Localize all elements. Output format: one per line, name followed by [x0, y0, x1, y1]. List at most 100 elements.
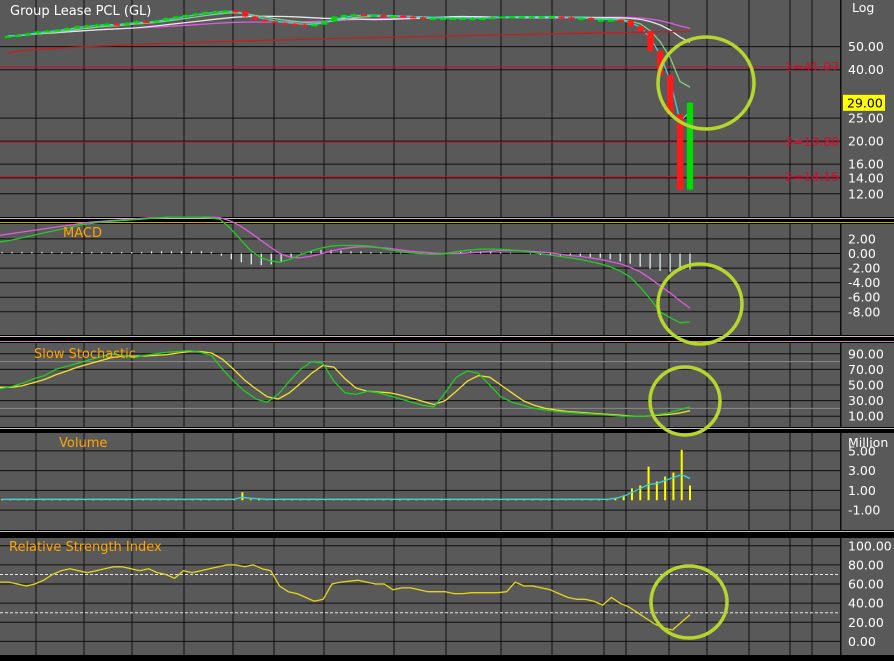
price-candle — [370, 14, 377, 17]
price-candle — [153, 20, 160, 23]
panel-backgrounds — [0, 0, 894, 655]
price-candle — [251, 16, 259, 20]
price-candle — [548, 16, 555, 19]
price-y-tick-label: 16.00 — [848, 157, 884, 172]
price-candle — [597, 19, 605, 22]
price-candle — [172, 16, 180, 19]
price-level-label: 3=19.80 — [785, 134, 839, 149]
price-candle — [54, 29, 61, 32]
stochastic-y-tick-label: 10.00 — [848, 409, 884, 424]
rsi-y-tick-label: 0.00 — [848, 634, 876, 649]
price-candle — [123, 22, 130, 25]
price-candle — [667, 74, 674, 115]
price-candle — [232, 10, 239, 13]
price-candle — [162, 18, 170, 21]
price-y-tick-label: 12.00 — [848, 186, 884, 201]
price-candle — [4, 35, 12, 38]
price-candle — [528, 16, 536, 19]
stock-chart: 1=41.07 3=19.80 2=14.15 12.0014.0016.00 20.… — [0, 0, 894, 655]
price-candle — [360, 14, 367, 17]
price-candle — [182, 14, 190, 17]
price-candle — [64, 27, 71, 30]
macd-axis-divider — [840, 224, 842, 335]
volume-axis-divider — [840, 433, 842, 530]
price-candle — [508, 16, 516, 19]
price-candle — [44, 30, 51, 33]
stochastic-panel-title: Slow Stochastic — [34, 347, 136, 362]
price-panel-background — [0, 0, 894, 217]
price-candle — [686, 102, 694, 190]
macd-y-tick-label: -2.00 — [848, 261, 880, 276]
price-candle — [34, 31, 41, 34]
price-candle — [637, 26, 644, 32]
price-candle — [321, 21, 328, 25]
price-candle — [676, 114, 684, 190]
price-candle — [558, 16, 565, 19]
price-axis-divider — [840, 0, 842, 217]
price-candle — [499, 16, 506, 19]
volume-y-tick-label: -1.00 — [848, 503, 880, 518]
volume-unit-label: Million — [848, 435, 888, 450]
macd-panel-title: MACD — [63, 226, 102, 241]
volume-y-tick-label: 1.00 — [848, 483, 876, 498]
price-candle — [647, 31, 654, 51]
price-panel-title: Group Lease PCL (GL) — [10, 4, 151, 19]
rsi-panel-background — [0, 538, 894, 655]
price-candle — [340, 14, 348, 17]
price-candle — [350, 14, 358, 17]
stochastic-y-tick-label: 50.00 — [848, 378, 884, 393]
price-candle — [587, 18, 595, 21]
macd-y-tick-label: 2.00 — [848, 231, 876, 246]
price-candle — [380, 14, 387, 17]
price-candle — [331, 16, 338, 22]
price-candle — [489, 17, 496, 20]
price-candle — [242, 11, 249, 17]
rsi-y-tick-label: 40.00 — [848, 596, 884, 611]
price-candle — [143, 21, 150, 24]
chart-stage: 1=41.07 3=19.80 2=14.15 12.00 14.00 16.00 20.… — [0, 0, 894, 657]
price-candle — [518, 16, 526, 19]
price-candle — [301, 24, 308, 27]
price-candle — [83, 25, 91, 28]
price-candle — [400, 15, 407, 18]
price-y-tick-label: 40.00 — [848, 62, 884, 77]
price-level-label: 1=41.07 — [785, 59, 839, 74]
price-candle — [419, 17, 427, 20]
price-candle — [607, 19, 615, 22]
volume-panel-background — [0, 433, 894, 530]
price-candle — [212, 11, 219, 14]
price-candle — [459, 18, 466, 21]
price-candle — [568, 17, 575, 20]
price-candle — [469, 18, 476, 21]
scale-label: Log — [852, 0, 874, 15]
volume-panel-title: Volume — [59, 436, 107, 451]
panel-gap — [0, 427, 894, 433]
rsi-y-tick-label: 20.00 — [848, 615, 884, 630]
price-candle — [538, 16, 545, 19]
price-candle — [271, 21, 279, 24]
price-candle — [291, 23, 298, 26]
macd-y-tick-label: -8.00 — [848, 304, 880, 319]
macd-panel-background — [0, 224, 894, 335]
price-candle — [202, 12, 209, 14]
price-candle — [133, 21, 140, 24]
stochastic-axis-divider — [840, 343, 842, 427]
volume-y-tick-label: 3.00 — [848, 463, 876, 478]
price-y-tick-label: 50.00 — [848, 39, 884, 54]
price-candle — [617, 19, 624, 22]
rsi-y-tick-label: 100.00 — [848, 538, 892, 553]
price-candle — [93, 24, 101, 27]
price-y-tick-label: 20.00 — [848, 134, 884, 149]
price-y-tick-label: 25.00 — [848, 111, 884, 126]
price-candle — [439, 18, 447, 21]
price-candle — [627, 20, 634, 27]
macd-y-tick-label: -6.00 — [848, 290, 880, 305]
price-y-tick-label: 14.00 — [848, 170, 884, 185]
rsi-y-tick-label: 60.00 — [848, 577, 884, 592]
price-candle — [429, 18, 437, 21]
stochastic-y-tick-label: 90.00 — [848, 346, 884, 361]
price-level-label: 2=14.15 — [785, 169, 839, 184]
price-candle — [390, 15, 397, 18]
stochastic-y-tick-label: 30.00 — [848, 393, 884, 408]
price-candle — [578, 18, 585, 21]
